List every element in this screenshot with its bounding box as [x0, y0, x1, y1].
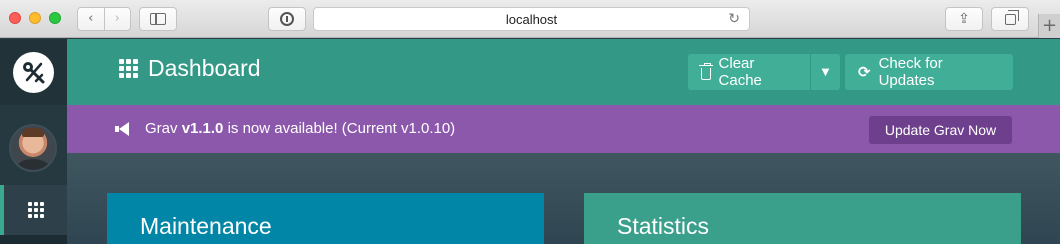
title-bar: Dashboard Clear Cache ▼ ⟳ Check for Upda… [67, 39, 1060, 105]
minimize-window-button[interactable] [29, 12, 41, 24]
sidebar-item-dashboard[interactable] [0, 185, 67, 235]
check-updates-button[interactable]: ⟳ Check for Updates [845, 54, 1013, 90]
notice-suffix: is now available! (Current v1.0.10) [223, 120, 456, 137]
update-notice: Grav v1.1.0 is now available! (Current v… [67, 105, 1060, 153]
check-updates-label: Check for Updates [878, 55, 943, 89]
refresh-icon: ⟳ [858, 63, 871, 81]
statistics-title: Statistics [617, 213, 710, 239]
forward-button[interactable]: › [105, 8, 131, 30]
page-title: Dashboard [119, 55, 261, 82]
grav-logo[interactable] [13, 52, 54, 93]
history-nav: ‹ › [77, 7, 131, 31]
back-button[interactable]: ‹ [78, 8, 104, 30]
show-tabs-button[interactable] [991, 7, 1029, 31]
reload-icon[interactable]: ↻ [728, 11, 740, 27]
reader-button[interactable] [268, 7, 306, 31]
new-tab-button[interactable]: + [1038, 14, 1060, 38]
dashboard-grid-icon [27, 202, 44, 218]
address-bar[interactable]: localhost ↻ [313, 7, 750, 31]
statistics-card: Statistics [584, 193, 1021, 244]
page-title-text: Dashboard [148, 55, 261, 81]
clear-cache-dropdown-button[interactable]: ▼ [811, 54, 840, 90]
url-text: localhost [505, 11, 558, 27]
show-sidebar-button[interactable] [139, 7, 177, 31]
share-icon: ⇪ [958, 11, 970, 27]
megaphone-icon [115, 121, 131, 136]
dashboard-grid-icon [119, 59, 138, 78]
dashboard-content: Maintenance Statistics [67, 153, 1060, 244]
maintenance-card: Maintenance [107, 193, 544, 244]
info-icon [280, 12, 294, 26]
trash-icon [699, 62, 713, 80]
update-notice-text: Grav v1.1.0 is now available! (Current v… [115, 120, 455, 137]
maintenance-title: Maintenance [140, 213, 272, 239]
tabs-icon [1004, 9, 1019, 25]
share-button[interactable]: ⇪ [945, 7, 983, 31]
notice-version: v1.1.0 [181, 120, 224, 137]
caret-down-icon: ▼ [821, 66, 830, 78]
sidebar-icon [150, 13, 166, 25]
clear-cache-label: Clear Cache [718, 55, 762, 89]
update-grav-button[interactable]: Update Grav Now [869, 116, 1012, 144]
clear-cache-button[interactable]: Clear Cache [688, 54, 810, 90]
avatar[interactable] [9, 124, 57, 172]
admin-sidebar [0, 39, 67, 244]
notice-prefix: Grav [145, 120, 182, 137]
close-window-button[interactable] [9, 12, 21, 24]
user-area [0, 105, 67, 185]
grav-logo-icon [22, 61, 44, 83]
zoom-window-button[interactable] [49, 12, 61, 24]
logo-area [0, 39, 67, 105]
browser-toolbar: ‹ › localhost ↻ ⇪ + [0, 0, 1060, 38]
